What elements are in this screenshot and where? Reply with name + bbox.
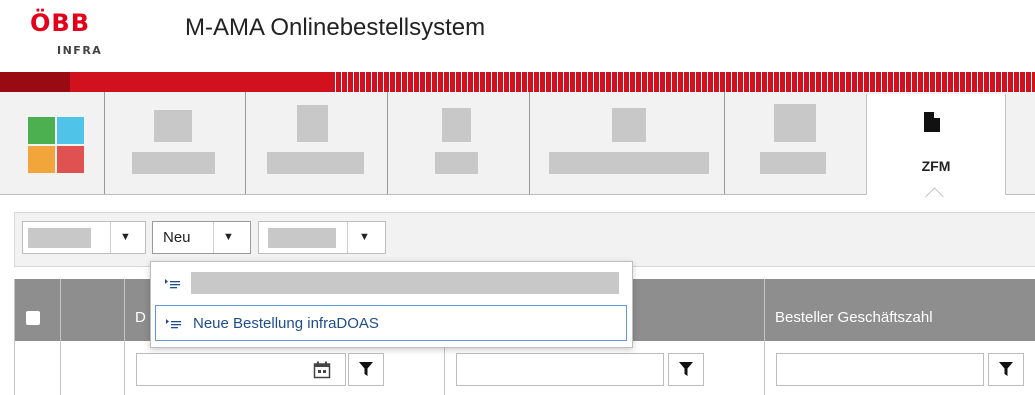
dropdown-value-redacted bbox=[28, 228, 91, 248]
nav-icon-redacted bbox=[774, 104, 816, 142]
nav-item-redacted-5[interactable] bbox=[725, 92, 866, 194]
document-icon bbox=[924, 112, 940, 132]
menu-item-redacted[interactable] bbox=[157, 267, 625, 299]
page-title: M-AMA Onlinebestellsystem bbox=[185, 14, 486, 41]
calendar-icon[interactable] bbox=[313, 361, 331, 379]
column-divider bbox=[60, 279, 61, 395]
list-indent-icon bbox=[166, 319, 181, 329]
column-header-1[interactable]: D bbox=[135, 309, 146, 326]
menu-item-label-redacted bbox=[191, 272, 619, 294]
logo-infra: INFRA bbox=[57, 44, 103, 57]
tile-green bbox=[28, 117, 55, 144]
tile-red bbox=[57, 146, 84, 173]
brand-stripe-dark bbox=[0, 72, 70, 92]
nav-item-redacted-4[interactable] bbox=[530, 92, 724, 194]
tile-blue bbox=[57, 117, 84, 144]
besteller-geschaeftszahl-filter-input[interactable] bbox=[776, 353, 984, 386]
column-divider bbox=[764, 279, 765, 395]
nav-item-redacted-2[interactable] bbox=[246, 92, 387, 194]
column-divider bbox=[124, 279, 125, 395]
nav-label-redacted bbox=[267, 152, 364, 174]
app-grid-icon[interactable] bbox=[28, 117, 84, 173]
nav-label-redacted bbox=[132, 152, 215, 174]
date-filter-input[interactable] bbox=[136, 353, 346, 386]
filter-button[interactable] bbox=[988, 353, 1024, 386]
list-indent-icon bbox=[165, 279, 180, 289]
nav-item-zfm[interactable] bbox=[866, 94, 1006, 195]
menu-item-label: Neue Bestellung infraDOAS bbox=[193, 315, 379, 332]
chevron-down-icon: ▼ bbox=[223, 231, 234, 243]
tile-orange bbox=[28, 146, 55, 173]
chevron-down-icon: ▼ bbox=[120, 231, 131, 243]
dropdown-divider bbox=[110, 222, 111, 253]
new-dropdown-label: Neu bbox=[163, 229, 191, 246]
dropdown-value-redacted bbox=[268, 228, 336, 248]
column-header-besteller-geschaeftszahl[interactable]: Besteller Geschäftszahl bbox=[775, 309, 933, 326]
select-all-checkbox[interactable] bbox=[26, 311, 40, 325]
toolbar-dropdown-3[interactable]: ▼ bbox=[258, 221, 386, 254]
filter-icon bbox=[359, 362, 373, 376]
nav-item-redacted-3[interactable] bbox=[388, 92, 529, 194]
filter-button[interactable] bbox=[668, 353, 704, 386]
column-2-filter-input[interactable] bbox=[456, 353, 664, 386]
filter-icon bbox=[679, 362, 693, 376]
chevron-down-icon: ▼ bbox=[359, 231, 370, 243]
column-divider bbox=[14, 279, 15, 395]
nav-icon-redacted bbox=[442, 108, 471, 142]
nav-icon-redacted bbox=[154, 110, 192, 142]
filter-button[interactable] bbox=[348, 353, 384, 386]
logo-obb: ÖBB bbox=[30, 9, 90, 37]
filter-icon bbox=[999, 362, 1013, 376]
dropdown-divider bbox=[347, 222, 348, 253]
nav-icon-redacted bbox=[612, 108, 646, 142]
nav-item-redacted-1[interactable] bbox=[105, 92, 245, 194]
dropdown-divider bbox=[213, 222, 214, 253]
nav-label-redacted bbox=[760, 152, 826, 174]
nav-icon-redacted bbox=[297, 105, 328, 142]
nav-item-zfm-label: ZFM bbox=[921, 158, 951, 174]
toolbar-dropdown-1[interactable]: ▼ bbox=[22, 221, 146, 254]
brand-stripe-pattern bbox=[330, 72, 1035, 92]
nav-label-redacted bbox=[549, 152, 709, 174]
new-dropdown[interactable]: Neu ▼ bbox=[152, 221, 251, 254]
nav-label-redacted bbox=[435, 152, 478, 174]
